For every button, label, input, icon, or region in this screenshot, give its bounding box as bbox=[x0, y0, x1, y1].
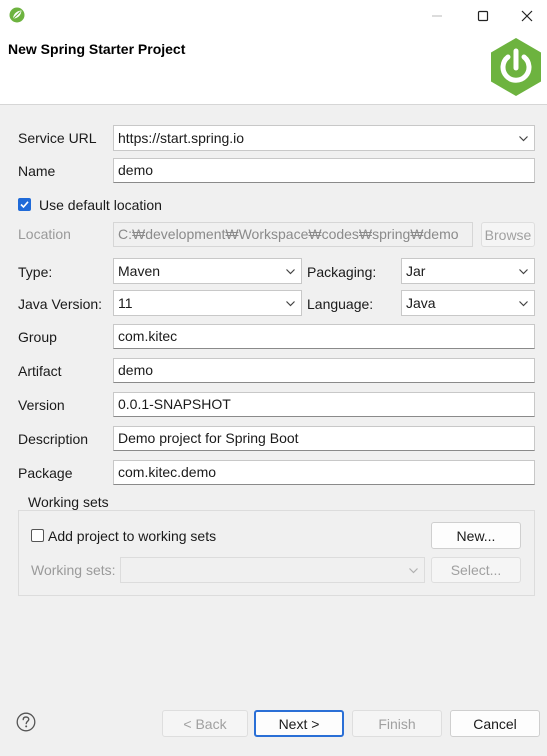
add-to-working-sets-label: Add project to working sets bbox=[48, 528, 217, 544]
chevron-down-icon bbox=[409, 568, 418, 574]
name-label: Name bbox=[18, 163, 56, 179]
chevron-down-icon bbox=[286, 301, 295, 307]
packaging-combo[interactable]: Jar bbox=[401, 258, 535, 284]
maximize-button[interactable] bbox=[460, 0, 506, 32]
description-label: Description bbox=[18, 431, 89, 447]
service-url-label: Service URL bbox=[18, 130, 97, 146]
title-bar bbox=[0, 0, 547, 32]
type-combo[interactable]: Maven bbox=[113, 258, 302, 284]
java-version-label: Java Version: bbox=[18, 296, 103, 312]
chevron-down-icon bbox=[519, 136, 528, 142]
chevron-down-icon bbox=[519, 269, 528, 275]
working-sets-legend: Working sets bbox=[26, 494, 111, 510]
working-sets-combo[interactable] bbox=[120, 557, 425, 583]
chevron-down-icon bbox=[286, 269, 295, 275]
finish-button[interactable]: Finish bbox=[352, 710, 442, 737]
name-input[interactable]: demo bbox=[113, 158, 535, 183]
close-icon bbox=[521, 10, 532, 22]
cancel-button[interactable]: Cancel bbox=[450, 710, 540, 737]
use-default-location-label: Use default location bbox=[39, 197, 162, 213]
language-value: Java bbox=[406, 295, 436, 311]
use-default-location-checkbox[interactable] bbox=[18, 198, 31, 211]
version-label: Version bbox=[18, 397, 65, 413]
version-input[interactable]: 0.0.1-SNAPSHOT bbox=[113, 392, 535, 417]
artifact-input[interactable]: demo bbox=[113, 358, 535, 383]
minimize-icon bbox=[432, 15, 442, 17]
java-version-value: 11 bbox=[118, 295, 133, 311]
browse-button[interactable]: Browse bbox=[481, 222, 535, 247]
back-button[interactable]: < Back bbox=[162, 710, 248, 737]
group-input[interactable]: com.kitec bbox=[113, 324, 535, 349]
service-url-value: https://start.spring.io bbox=[118, 130, 245, 146]
package-label: Package bbox=[18, 465, 73, 481]
description-input[interactable]: Demo project for Spring Boot bbox=[113, 426, 535, 451]
location-input[interactable]: C:₩development₩Workspace₩codes₩spring₩de… bbox=[113, 222, 473, 247]
help-icon[interactable] bbox=[16, 712, 36, 732]
check-icon bbox=[20, 201, 29, 209]
select-working-sets-button[interactable]: Select... bbox=[431, 557, 521, 583]
spring-leaf-icon bbox=[9, 7, 25, 23]
close-button[interactable] bbox=[506, 0, 547, 32]
wizard-header: New Spring Starter Project bbox=[0, 32, 547, 105]
language-combo[interactable]: Java bbox=[401, 290, 535, 316]
artifact-label: Artifact bbox=[18, 363, 62, 379]
new-working-set-button[interactable]: New... bbox=[431, 522, 521, 549]
next-button[interactable]: Next > bbox=[254, 710, 344, 737]
chevron-down-icon bbox=[519, 301, 528, 307]
service-url-combo[interactable]: https://start.spring.io bbox=[113, 125, 535, 151]
language-label: Language: bbox=[307, 296, 374, 312]
packaging-value: Jar bbox=[406, 263, 426, 279]
location-label: Location bbox=[18, 226, 71, 242]
working-sets-label: Working sets: bbox=[31, 562, 116, 578]
spring-power-icon bbox=[485, 36, 547, 98]
minimize-button[interactable] bbox=[414, 0, 460, 32]
java-version-combo[interactable]: 11 bbox=[113, 290, 302, 316]
packaging-label: Packaging: bbox=[307, 264, 377, 280]
type-value: Maven bbox=[118, 263, 161, 279]
type-label: Type: bbox=[18, 264, 53, 280]
maximize-icon bbox=[477, 10, 489, 22]
page-title: New Spring Starter Project bbox=[8, 41, 186, 57]
group-label: Group bbox=[18, 329, 57, 345]
package-input[interactable]: com.kitec.demo bbox=[113, 460, 535, 485]
add-to-working-sets-checkbox[interactable] bbox=[31, 529, 44, 542]
